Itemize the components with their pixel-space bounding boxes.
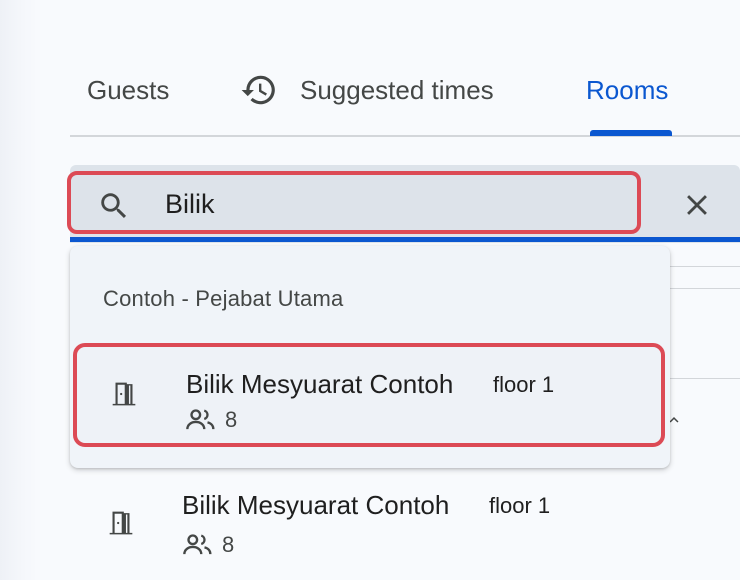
room-floor: floor 1 — [493, 372, 555, 397]
people-icon — [183, 534, 212, 555]
room-floor: floor 1 — [489, 493, 551, 518]
search-field-underline — [70, 237, 740, 242]
background-divider — [670, 288, 740, 289]
room-capacity: 8 — [222, 532, 235, 557]
search-icon — [101, 193, 127, 219]
tab-rooms-label: Rooms — [586, 74, 669, 105]
background-divider — [670, 378, 740, 379]
tab-rooms[interactable]: Rooms — [586, 70, 668, 110]
tab-suggested-times[interactable]: Suggested times — [240, 70, 494, 110]
close-icon — [687, 195, 707, 215]
room-name: Bilik Mesyuarat Contoh — [186, 369, 454, 399]
active-tab-indicator — [590, 130, 672, 136]
history-clock-icon — [241, 75, 275, 105]
room-capacity: 8 — [225, 407, 238, 432]
room-list-item[interactable]: Bilik Mesyuarat Contoh floor 1 8 — [70, 470, 740, 580]
people-icon — [186, 409, 215, 430]
background-divider — [670, 266, 740, 267]
search-input[interactable] — [160, 186, 585, 222]
tab-guests[interactable]: Guests — [87, 70, 169, 110]
tab-guests-label: Guests — [87, 74, 170, 105]
clear-search-button[interactable] — [678, 186, 716, 224]
door-icon — [112, 382, 136, 406]
room-suggestions-menu: Contoh - Pejabat Utama Bilik Mesyuarat C… — [70, 246, 670, 468]
door-icon — [109, 511, 133, 535]
tab-suggested-times-label: Suggested times — [300, 74, 494, 105]
room-name: Bilik Mesyuarat Contoh — [182, 490, 450, 520]
side-panel-edge — [0, 0, 38, 580]
room-suggestion-option[interactable]: Bilik Mesyuarat Contoh floor 1 8 — [73, 343, 665, 447]
building-group-label: Contoh - Pejabat Utama — [103, 286, 344, 311]
